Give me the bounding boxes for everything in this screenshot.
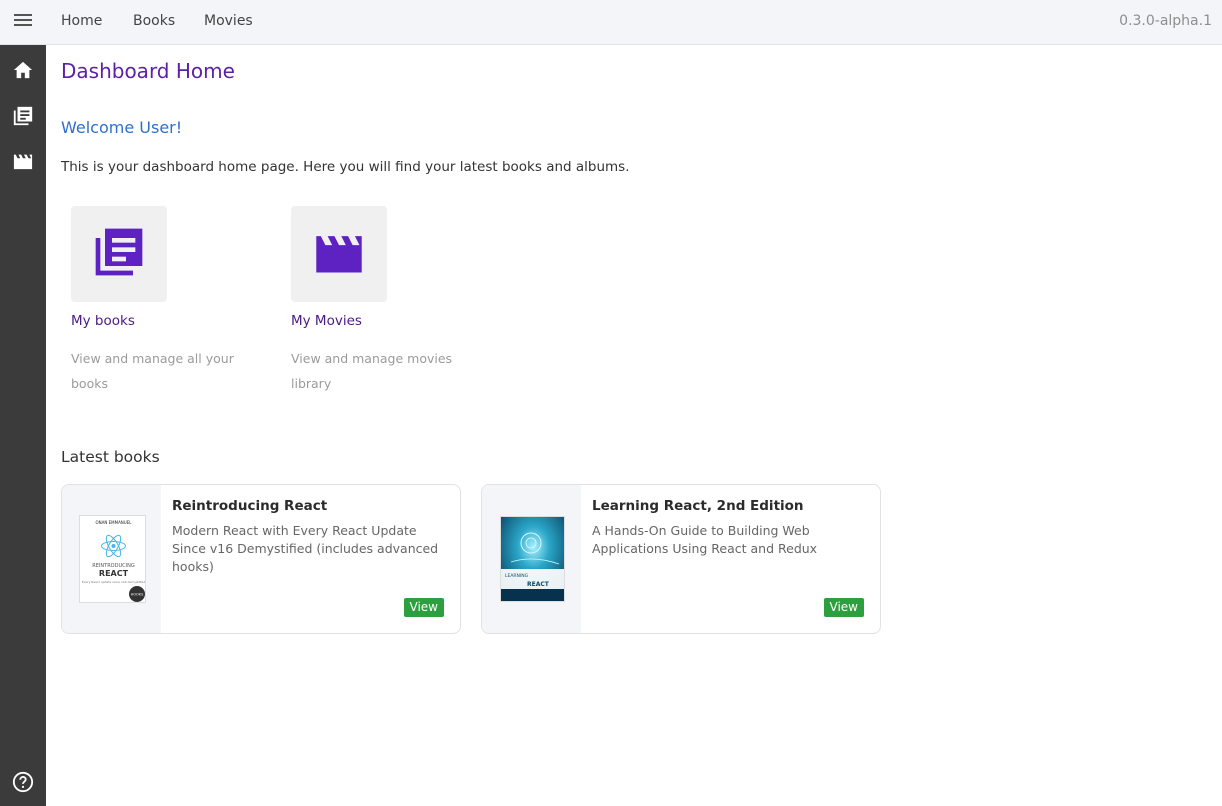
rail-help-button[interactable] [0,764,46,804]
rail-books-button[interactable] [0,98,46,138]
nav-home-link[interactable]: Home [61,13,102,29]
cover-line2: REACT [527,581,550,588]
book-card[interactable]: LEARNING REACT Learning React, 2nd Editi… [481,484,881,634]
book-thumbnail: LEARNING REACT [482,485,581,633]
home-icon [12,60,34,84]
book-title: Reintroducing React [172,498,328,514]
cover-badge: HOOKS [131,593,144,597]
intro-text: This is your dashboard home page. Here y… [61,159,630,175]
page-title: Dashboard Home [61,59,235,83]
nav-books-link[interactable]: Books [133,13,175,29]
quick-link-movies-title[interactable]: My Movies [291,313,362,329]
cover-tagline: Every React update since v16 demystified [82,580,145,584]
book-title: Learning React, 2nd Edition [592,498,804,514]
books-icon [91,224,147,284]
view-book-button[interactable]: View [403,598,444,617]
cover-line1: LEARNING [505,573,529,579]
app-version: 0.3.0-alpha.1 [1119,13,1212,29]
books-icon [12,105,34,131]
nav-movies-link[interactable]: Movies [204,13,253,29]
side-rail [0,0,46,806]
book-card[interactable]: ONAN EMMANUEL REINTRODUCING REACT Every … [61,484,461,634]
quick-link-movies-description: View and manage movies library [291,351,453,391]
book-subtitle: A Hands-On Guide to Building Web Applica… [592,523,818,556]
latest-books-heading: Latest books [61,448,160,466]
movies-tile[interactable] [291,206,387,302]
view-book-button[interactable]: View [823,598,864,617]
movies-icon [12,151,34,175]
book-cover-image: ONAN EMMANUEL REINTRODUCING REACT Every … [79,515,146,603]
menu-toggle-button[interactable] [0,0,46,45]
menu-icon [13,12,33,32]
quick-link-books-title[interactable]: My books [71,313,135,329]
welcome-heading: Welcome User! [61,118,183,137]
books-tile[interactable] [71,206,167,302]
book-subtitle: Modern React with Every React Update Sin… [172,523,439,574]
cover-author: ONAN EMMANUEL [96,520,133,525]
top-bar: Home Books Movies 0.3.0-alpha.1 [46,0,1222,45]
help-icon [12,771,34,797]
cover-line2: REACT [99,569,129,578]
clapperboard-icon [310,227,368,281]
quick-link-books-description: View and manage all your books [71,351,234,391]
book-thumbnail: ONAN EMMANUEL REINTRODUCING REACT Every … [62,485,161,633]
rail-home-button[interactable] [0,52,46,92]
rail-movies-button[interactable] [0,143,46,183]
book-cover-image: LEARNING REACT [500,516,565,602]
